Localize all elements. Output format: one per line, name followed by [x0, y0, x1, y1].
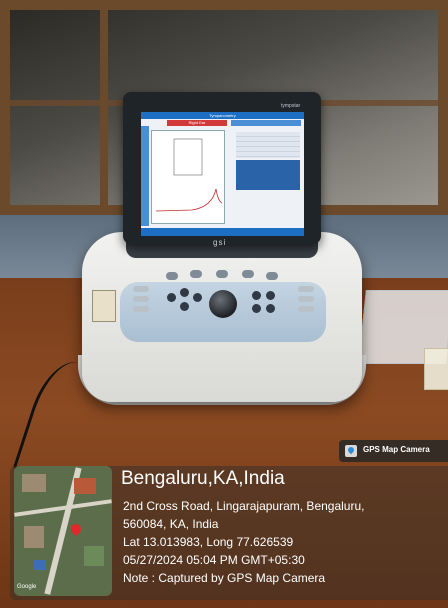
control-knob — [209, 290, 237, 318]
map-building — [74, 478, 96, 494]
screen-tab-bar — [231, 120, 301, 126]
photo-scene: tympstar gsi Tympanometry Right Ear GPS … — [0, 0, 448, 608]
window-frame-bar — [100, 0, 108, 215]
monitor-screen: Tympanometry Right Ear — [141, 112, 304, 236]
screen-graph — [151, 130, 225, 224]
map-pin-icon — [345, 445, 357, 457]
device-logo: gsi — [213, 238, 227, 247]
monitor-brand: tympstar — [281, 103, 301, 109]
map-building — [22, 474, 46, 492]
device-round-button — [266, 304, 275, 313]
device-button — [190, 270, 202, 278]
map-building — [24, 526, 44, 548]
address-line-2: 560084, KA, India — [123, 517, 219, 531]
screen-title: Tympanometry — [141, 112, 304, 119]
device-side-button — [298, 306, 314, 312]
location-title: Bengaluru,KA,India — [121, 468, 285, 489]
capture-note: Note : Captured by GPS Map Camera — [123, 571, 326, 585]
small-container — [424, 348, 448, 390]
map-attribution: Google — [17, 584, 37, 590]
map-location-pin — [68, 521, 84, 537]
device-button — [166, 272, 178, 280]
address-line-1: 2nd Cross Road, Lingarajapuram, Bengalur… — [123, 499, 365, 513]
coordinates: Lat 13.013983, Long 77.626539 — [123, 535, 294, 549]
device-side-button — [133, 296, 149, 302]
map-thumbnail: Google — [14, 466, 112, 596]
device-round-button — [252, 291, 261, 300]
screen-toolbar — [141, 228, 304, 236]
device-side-button — [298, 296, 314, 302]
device-sticker — [92, 290, 116, 322]
screen-side-bar — [141, 126, 149, 226]
screen-tab-right-ear: Right Ear — [167, 120, 227, 126]
screen-data-rows — [236, 132, 300, 158]
device-round-button — [167, 293, 176, 302]
device-side-button — [298, 286, 314, 292]
device-side-button — [133, 286, 149, 292]
device-button — [266, 272, 278, 280]
device-button — [216, 270, 228, 278]
device-round-button — [193, 293, 202, 302]
screen-results-table — [236, 160, 300, 190]
device-round-button — [180, 288, 189, 297]
map-building — [84, 546, 104, 566]
map-building — [34, 560, 46, 570]
timestamp: 05/27/2024 05:04 PM GMT+05:30 — [123, 553, 305, 567]
device-round-button — [266, 291, 275, 300]
device-button — [242, 270, 254, 278]
tympanogram-plot — [155, 138, 223, 212]
gps-app-tag-label: GPS Map Camera — [363, 445, 430, 454]
device-round-button — [252, 304, 261, 313]
device-round-button — [180, 302, 189, 311]
device-side-button — [133, 306, 149, 312]
